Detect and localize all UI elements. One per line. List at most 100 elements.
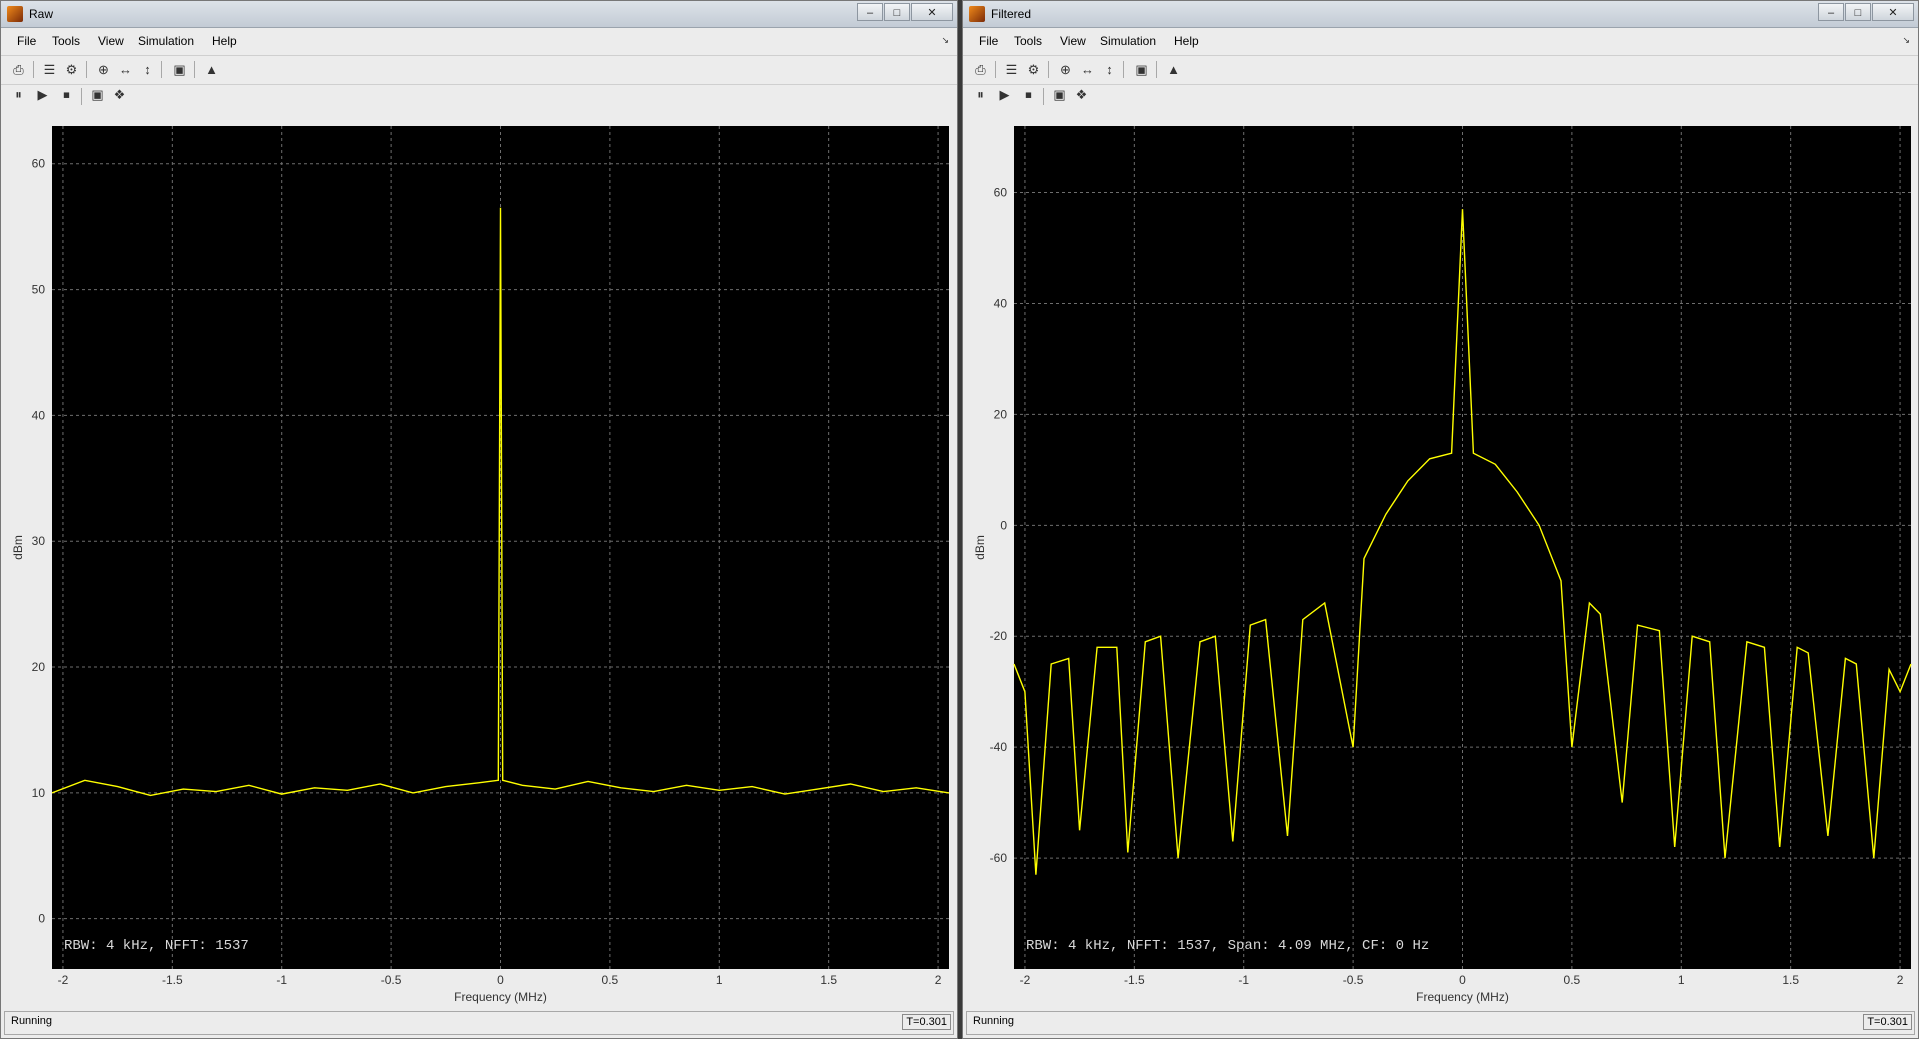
zoom-y-icon[interactable]: ↕ (139, 61, 156, 78)
raw-scope-window: Raw – □ ✕ File Tools View Simulation Hel… (0, 0, 958, 1039)
zoom-y-icon[interactable]: ↕ (1101, 61, 1118, 78)
y-tick-label: 20 (994, 407, 1008, 421)
minimize-button[interactable]: – (1818, 3, 1844, 21)
y-tick-label: -20 (990, 629, 1008, 643)
settings-icon[interactable]: ⚙ (1025, 61, 1042, 78)
settings-icon[interactable]: ⚙ (63, 61, 80, 78)
x-tick-label: 0.5 (1564, 973, 1581, 987)
menu-bar: File Tools View Simulation Help ↘ (963, 31, 1918, 51)
simulation-toolbar: ⏸ ▶ ⏹ ▣ ❖ (963, 83, 1918, 107)
zoom-x-icon[interactable]: ↔ (117, 61, 134, 78)
highlight-block-icon[interactable]: ▲ (203, 61, 220, 78)
filtered-scope-window: Filtered – □ ✕ File Tools View Simulatio… (962, 0, 1919, 1039)
pause-icon[interactable]: ⏸ (10, 86, 27, 103)
title-bar: Raw – □ ✕ (1, 1, 957, 28)
stop-icon[interactable]: ⏹ (58, 86, 75, 103)
x-tick-label: 2 (935, 973, 942, 987)
autoscale-icon[interactable]: ▣ (1133, 61, 1150, 78)
x-tick-label: 2 (1897, 973, 1904, 987)
snapshot-icon[interactable]: ▣ (89, 86, 106, 103)
close-button[interactable]: ✕ (1872, 3, 1914, 21)
y-tick-label: 10 (32, 786, 46, 800)
x-tick-label: -1.5 (1124, 973, 1145, 987)
minimize-button[interactable]: – (857, 3, 883, 21)
menu-tools[interactable]: Tools (1014, 34, 1042, 48)
x-axis-label: Frequency (MHz) (1416, 990, 1509, 1004)
snapshot-icon[interactable]: ▣ (1051, 86, 1068, 103)
menu-simulation[interactable]: Simulation (1100, 34, 1156, 48)
spectrum-plot[interactable]: -2 -1.5 -1 -0.5 0 0.5 1 1.5 2 0 10 20 30 40 50 60 RBW: 4… (8, 116, 953, 1008)
x-tick-label: 0 (1459, 973, 1466, 987)
simulation-time: T=0.301 (1863, 1014, 1912, 1030)
y-tick-label: 30 (32, 534, 46, 548)
y-tick-label: -60 (990, 851, 1008, 865)
menu-view[interactable]: View (98, 34, 124, 48)
zoom-in-icon[interactable]: ⊕ (95, 61, 112, 78)
drop-frames-icon[interactable]: ❖ (1073, 86, 1090, 103)
stop-icon[interactable]: ⏹ (1020, 86, 1037, 103)
y-tick-label: 0 (1000, 518, 1007, 532)
spectrum-chart: -2 -1.5 -1 -0.5 0 0.5 1 1.5 2 -60 -40 -20 0 20 40 60 RBW… (973, 126, 1912, 1004)
toolbar: ⎙ ☰ ⚙ ⊕ ↔ ↕ ▣ ▲ (963, 55, 1918, 85)
y-axis-label: dBm (11, 535, 25, 560)
highlight-block-icon[interactable]: ▲ (1165, 61, 1182, 78)
x-tick-label: 1.5 (820, 973, 837, 987)
parameters-icon[interactable]: ☰ (41, 61, 58, 78)
simulation-toolbar: ⏸ ▶ ⏹ ▣ ❖ (1, 83, 957, 107)
status-text: Running (11, 1015, 52, 1027)
y-tick-label: 60 (994, 186, 1008, 200)
menu-help[interactable]: Help (212, 34, 237, 48)
y-tick-label: 60 (32, 157, 46, 171)
x-tick-label: -0.5 (381, 973, 402, 987)
maximize-button[interactable]: □ (1845, 3, 1871, 21)
status-text: Running (973, 1015, 1014, 1027)
y-tick-label: 40 (994, 296, 1008, 310)
spectrum-chart: -2 -1.5 -1 -0.5 0 0.5 1 1.5 20102030405060RBW: 4… (11, 126, 950, 1004)
step-forward-icon[interactable]: ▶ (996, 86, 1013, 103)
y-tick-label: -40 (990, 740, 1008, 754)
toolbar: ⎙ ☰ ⚙ ⊕ ↔ ↕ ▣ ▲ (1, 55, 957, 85)
y-axis-label: dBm (973, 535, 987, 560)
x-tick-label: 0 (497, 973, 504, 987)
step-forward-icon[interactable]: ▶ (34, 86, 51, 103)
window-title: Filtered (991, 7, 1032, 21)
x-tick-label: 1 (1678, 973, 1685, 987)
pause-icon[interactable]: ⏸ (972, 86, 989, 103)
status-bar: Running T=0.301 (966, 1011, 1915, 1035)
parameters-icon[interactable]: ☰ (1003, 61, 1020, 78)
y-tick-label: 40 (32, 408, 46, 422)
x-axis-label: Frequency (MHz) (454, 990, 547, 1004)
spectrum-plot[interactable]: -2 -1.5 -1 -0.5 0 0.5 1 1.5 2 -60 -40 -20 0 20 40 60 RBW… (970, 116, 1915, 1008)
menu-help[interactable]: Help (1174, 34, 1199, 48)
zoom-x-icon[interactable]: ↔ (1079, 61, 1096, 78)
x-tick-label: 1.5 (1782, 973, 1799, 987)
y-tick-label: 0 (38, 912, 45, 926)
title-bar: Filtered – □ ✕ (963, 1, 1918, 28)
menu-simulation[interactable]: Simulation (138, 34, 194, 48)
autoscale-icon[interactable]: ▣ (171, 61, 188, 78)
print-icon[interactable]: ⎙ (10, 61, 27, 78)
status-bar: Running T=0.301 (4, 1011, 954, 1035)
menu-view[interactable]: View (1060, 34, 1086, 48)
maximize-button[interactable]: □ (884, 3, 910, 21)
close-button[interactable]: ✕ (911, 3, 953, 21)
dock-arrow-icon[interactable]: ↘ (1902, 35, 1910, 46)
menu-file[interactable]: File (979, 34, 998, 48)
matlab-icon (7, 6, 23, 22)
menu-tools[interactable]: Tools (52, 34, 80, 48)
window-title: Raw (29, 7, 54, 21)
menu-file[interactable]: File (17, 34, 36, 48)
drop-frames-icon[interactable]: ❖ (111, 86, 128, 103)
x-tick-label: 0.5 (602, 973, 619, 987)
y-tick-label: 20 (32, 660, 46, 674)
dock-arrow-icon[interactable]: ↘ (941, 35, 949, 46)
x-tick-label: -2 (58, 973, 69, 987)
zoom-in-icon[interactable]: ⊕ (1057, 61, 1074, 78)
x-tick-label: 1 (716, 973, 723, 987)
y-tick-label: 50 (32, 283, 46, 297)
print-icon[interactable]: ⎙ (972, 61, 989, 78)
measurement-annotation: RBW: 4 kHz, NFFT: 1537, Span: 4.09 MHz, … (1026, 938, 1429, 954)
x-tick-label: -2 (1020, 973, 1031, 987)
x-tick-label: -0.5 (1343, 973, 1364, 987)
matlab-icon (969, 6, 985, 22)
